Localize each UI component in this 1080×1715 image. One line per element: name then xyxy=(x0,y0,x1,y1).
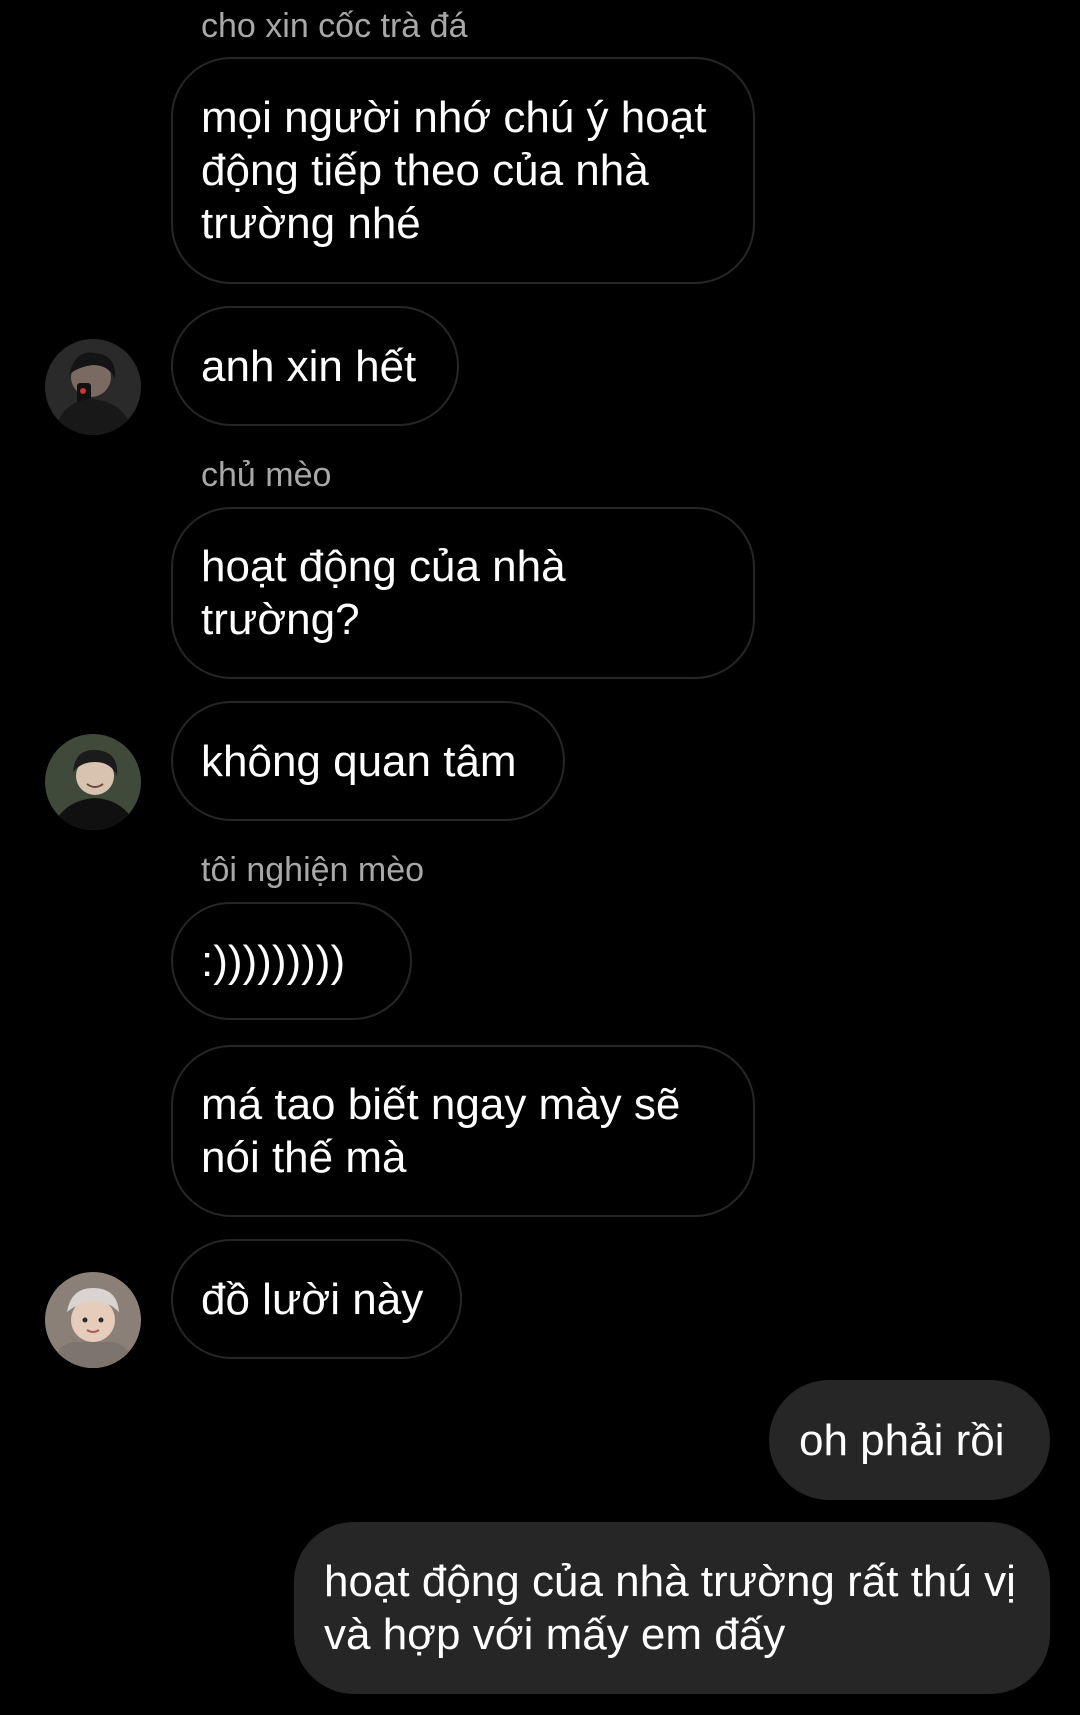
message-text: đồ lười này xyxy=(201,1274,424,1324)
message-text: oh phải rồi xyxy=(799,1415,1005,1465)
user-avatar-icon[interactable] xyxy=(45,1272,141,1368)
message-bubble[interactable]: không quan tâm xyxy=(171,701,565,821)
message-bubble[interactable]: đồ lười này xyxy=(171,1239,462,1359)
message-bubble[interactable]: hoạt động của nhà trường? xyxy=(171,507,755,679)
message-text: không quan tâm xyxy=(201,736,517,786)
message-text: má tao biết ngay mày sẽ nói thế mà xyxy=(201,1080,681,1182)
message-bubble[interactable]: anh xin hết xyxy=(171,306,459,426)
user-avatar-icon[interactable] xyxy=(45,734,141,830)
user-avatar-icon[interactable] xyxy=(45,339,141,435)
message-bubble[interactable]: mọi người nhớ chú ý hoạt động tiếp theo … xyxy=(171,57,755,284)
message-text: hoạt động của nhà trường rất thú vị và h… xyxy=(324,1557,1016,1659)
message-text: :))))))))) xyxy=(201,936,346,986)
message-text: hoạt động của nhà trường? xyxy=(201,542,566,644)
sender-name: tôi nghiện mèo xyxy=(201,851,425,889)
message-bubble[interactable]: má tao biết ngay mày sẽ nói thế mà xyxy=(171,1045,755,1217)
sender-name: chủ mèo xyxy=(201,456,332,494)
outgoing-message-bubble[interactable]: oh phải rồi xyxy=(769,1380,1050,1500)
message-text: anh xin hết xyxy=(201,341,417,391)
sender-name: cho xin cốc trà đá xyxy=(201,7,468,45)
message-bubble[interactable]: :))))))))) xyxy=(171,902,412,1020)
message-text: mọi người nhớ chú ý hoạt động tiếp theo … xyxy=(201,93,707,248)
outgoing-message-bubble[interactable]: hoạt động của nhà trường rất thú vị và h… xyxy=(294,1522,1050,1694)
